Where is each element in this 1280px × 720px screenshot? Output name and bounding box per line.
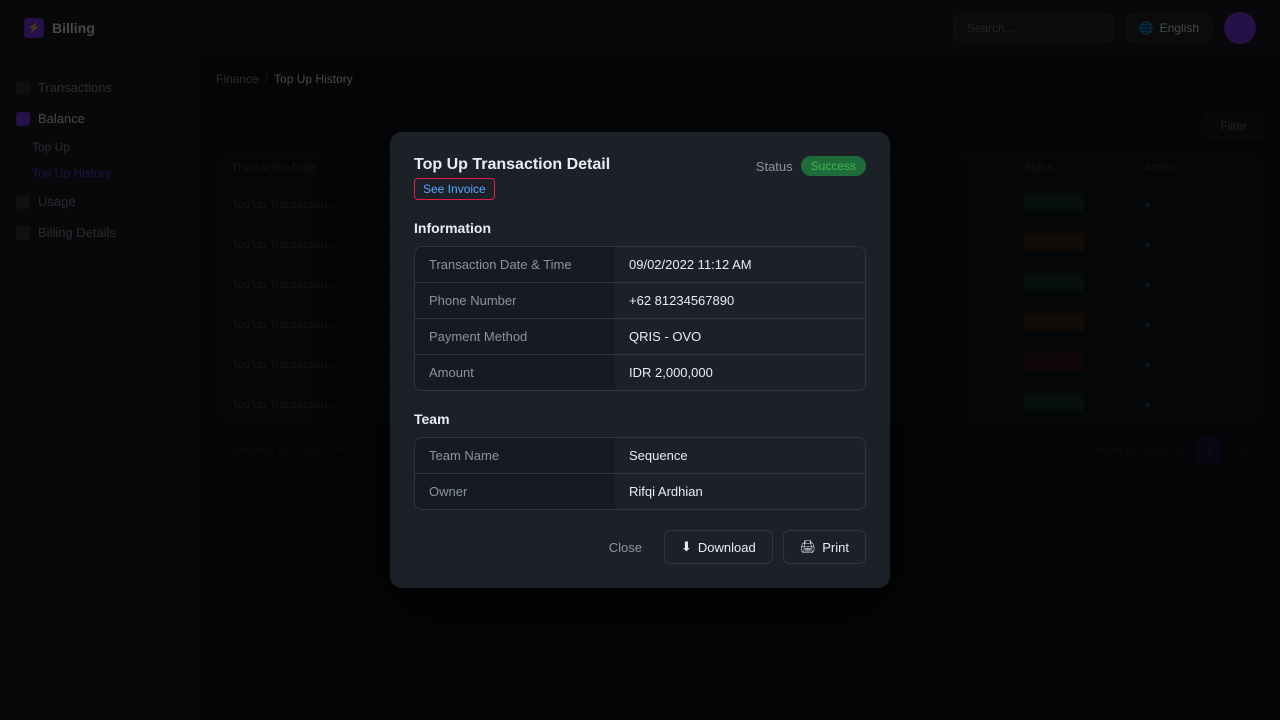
payment-method-key: Payment Method <box>415 319 615 354</box>
owner-key: Owner <box>415 474 615 509</box>
phone-key: Phone Number <box>415 283 615 318</box>
download-button[interactable]: ⬇ Download <box>664 530 773 564</box>
table-row-owner: Owner Rifqi Ardhian <box>415 474 865 509</box>
download-icon: ⬇ <box>681 539 692 555</box>
owner-value: Rifqi Ardhian <box>615 474 865 509</box>
modal-footer: Close ⬇ Download 🖨 Print <box>414 530 866 564</box>
see-invoice-button[interactable]: See Invoice <box>414 178 495 200</box>
information-section-title: Information <box>414 220 866 236</box>
table-row-team-name: Team Name Sequence <box>415 438 865 474</box>
status-label: Status <box>756 159 793 174</box>
team-name-value: Sequence <box>615 438 865 473</box>
amount-key: Amount <box>415 355 615 390</box>
transaction-detail-modal: Status Success Top Up Transaction Detail… <box>390 132 890 588</box>
print-button[interactable]: 🖨 Print <box>783 530 866 564</box>
team-section-title: Team <box>414 411 866 427</box>
table-row-payment-method: Payment Method QRIS - OVO <box>415 319 865 355</box>
information-table: Transaction Date & Time 09/02/2022 11:12… <box>414 246 866 391</box>
team-table: Team Name Sequence Owner Rifqi Ardhian <box>414 437 866 510</box>
table-row-phone: Phone Number +62 81234567890 <box>415 283 865 319</box>
table-row-amount: Amount IDR 2,000,000 <box>415 355 865 390</box>
team-name-key: Team Name <box>415 438 615 473</box>
transaction-date-key: Transaction Date & Time <box>415 247 615 282</box>
close-button[interactable]: Close <box>597 532 654 563</box>
transaction-date-value: 09/02/2022 11:12 AM <box>615 247 865 282</box>
table-row-transaction-date: Transaction Date & Time 09/02/2022 11:12… <box>415 247 865 283</box>
payment-method-value: QRIS - OVO <box>615 319 865 354</box>
amount-value: IDR 2,000,000 <box>615 355 865 390</box>
status-row: Status Success <box>756 156 866 176</box>
status-badge: Success <box>801 156 866 176</box>
phone-value: +62 81234567890 <box>615 283 865 318</box>
print-icon: 🖨 <box>800 539 817 555</box>
modal-overlay: Status Success Top Up Transaction Detail… <box>0 0 1280 720</box>
